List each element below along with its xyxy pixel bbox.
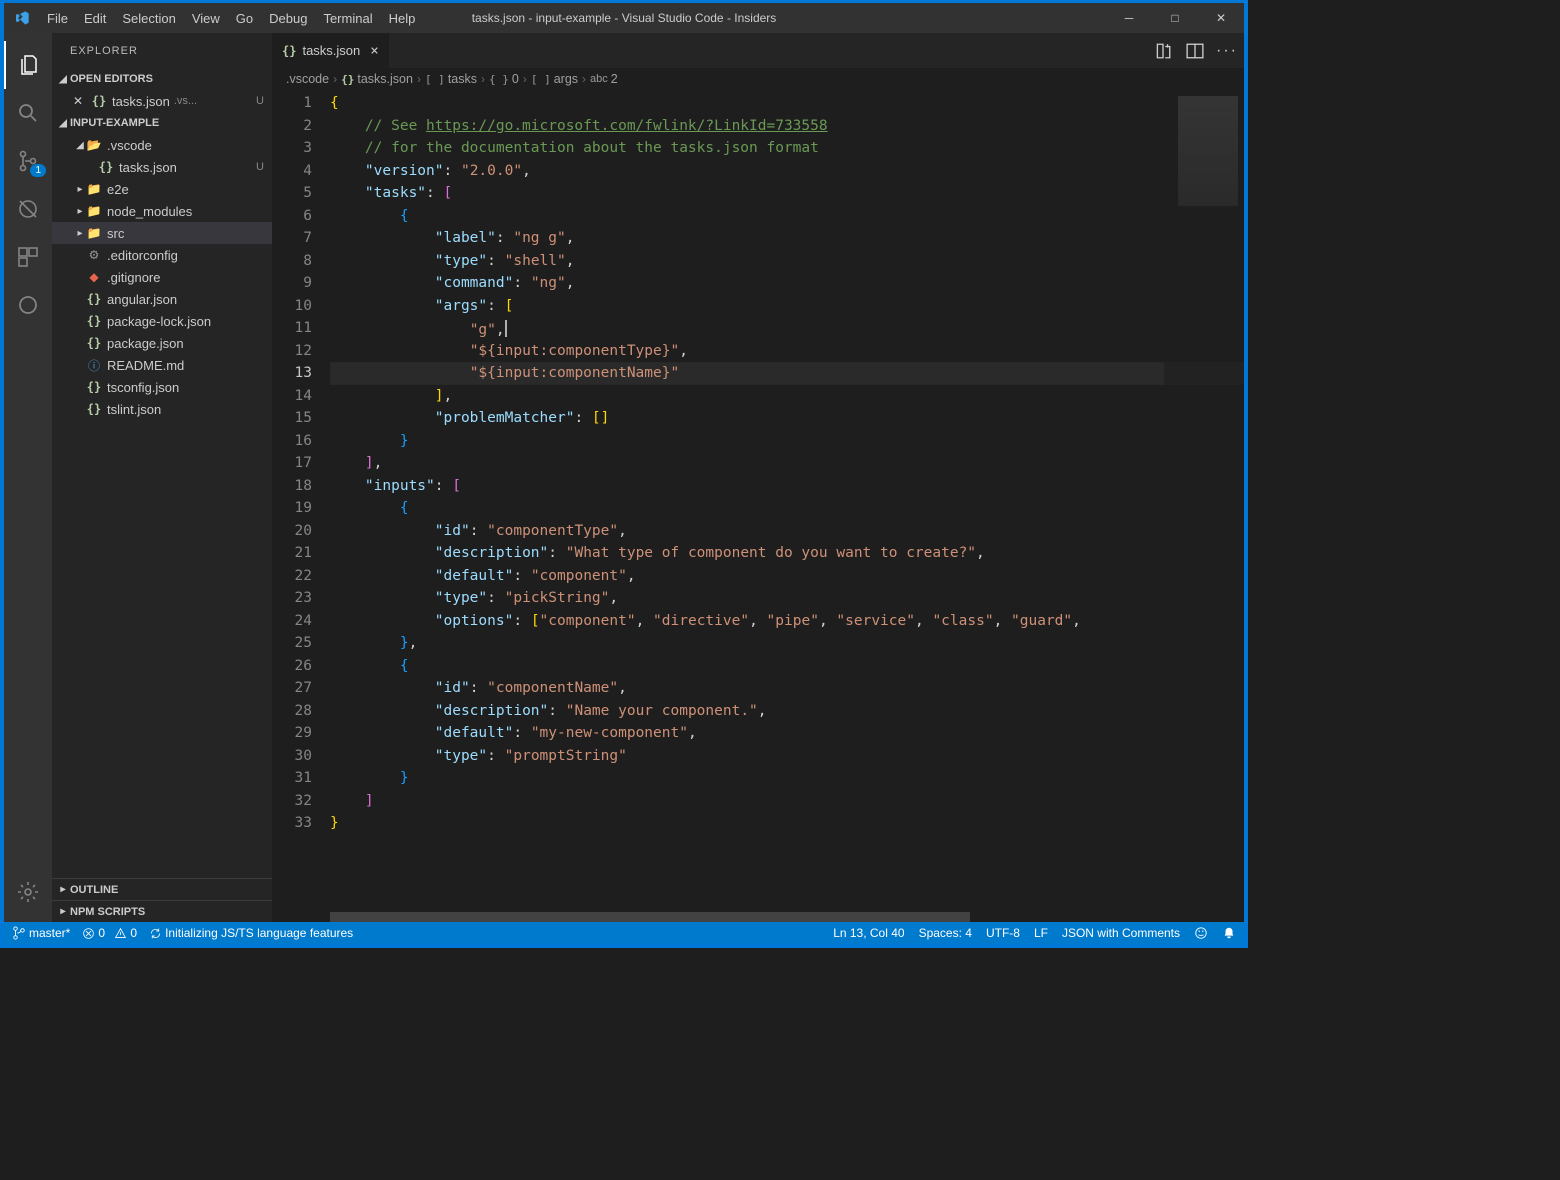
activity-references[interactable]	[4, 281, 52, 329]
minimap[interactable]	[1164, 90, 1244, 912]
tree-item[interactable]: {}tasks.jsonU	[52, 156, 272, 178]
status-encoding[interactable]: UTF-8	[986, 926, 1020, 940]
tree-item[interactable]: {}package.json	[52, 332, 272, 354]
tree-item[interactable]: ◢📂.vscode	[52, 134, 272, 156]
json-icon: {}	[282, 44, 296, 58]
warning-icon	[114, 927, 127, 940]
extensions-icon	[16, 245, 40, 269]
status-feedback-icon[interactable]	[1194, 926, 1208, 940]
folder-header[interactable]: ◢INPUT-EXAMPLE	[52, 112, 272, 134]
line-number-gutter: 1234567891011121314151617181920212223242…	[272, 90, 330, 912]
outline-header[interactable]: ▸OUTLINE	[52, 878, 272, 900]
tab-tasks-json[interactable]: {} tasks.json ×	[272, 33, 390, 68]
close-icon[interactable]: ✕	[70, 93, 86, 109]
horizontal-scrollbar[interactable]	[330, 912, 1244, 922]
menu-go[interactable]: Go	[228, 3, 261, 33]
status-cursor-position[interactable]: Ln 13, Col 40	[833, 926, 904, 940]
error-icon	[82, 927, 95, 940]
status-eol[interactable]: LF	[1034, 926, 1048, 940]
scm-badge: 1	[30, 164, 46, 177]
files-icon	[17, 53, 41, 77]
more-actions-icon[interactable]: ···	[1218, 42, 1236, 60]
editor-group: {} tasks.json × ··· .vscode› {}tasks.jso…	[272, 33, 1244, 922]
activity-settings[interactable]	[4, 868, 52, 916]
open-editor-item[interactable]: ✕ {} tasks.json .vs... U	[52, 90, 272, 112]
tree-item[interactable]: ⚙.editorconfig	[52, 244, 272, 266]
activity-explorer[interactable]	[4, 41, 52, 89]
tree-item[interactable]: ▸📁e2e	[52, 178, 272, 200]
menu-help[interactable]: Help	[381, 3, 424, 33]
activity-search[interactable]	[4, 89, 52, 137]
menu-selection[interactable]: Selection	[114, 3, 183, 33]
activity-bar: 1	[4, 33, 52, 922]
tree-item[interactable]: ▸📁src	[52, 222, 272, 244]
git-branch-icon	[12, 926, 26, 940]
file-tree: ◢📂.vscode{}tasks.jsonU▸📁e2e▸📁node_module…	[52, 134, 272, 878]
search-icon	[16, 101, 40, 125]
breadcrumbs[interactable]: .vscode› {}tasks.json› [ ]tasks› { }0› […	[272, 68, 1244, 90]
status-branch[interactable]: master*	[12, 926, 70, 940]
menu-view[interactable]: View	[184, 3, 228, 33]
gear-icon	[16, 880, 40, 904]
vscode-logo-icon	[4, 10, 39, 26]
menu-edit[interactable]: Edit	[76, 3, 114, 33]
maximize-button[interactable]: □	[1152, 3, 1198, 33]
tab-label: tasks.json	[302, 43, 360, 58]
activity-debug[interactable]	[4, 185, 52, 233]
tree-item[interactable]: ▸📁node_modules	[52, 200, 272, 222]
activity-scm[interactable]: 1	[4, 137, 52, 185]
sync-icon	[149, 927, 162, 940]
tab-close-icon[interactable]: ×	[370, 43, 378, 59]
npm-scripts-header[interactable]: ▸NPM SCRIPTS	[52, 900, 272, 922]
minimize-button[interactable]: ─	[1106, 3, 1152, 33]
split-editor-icon[interactable]	[1186, 42, 1204, 60]
titlebar: File Edit Selection View Go Debug Termin…	[4, 3, 1244, 33]
tree-item[interactable]: {}package-lock.json	[52, 310, 272, 332]
status-indentation[interactable]: Spaces: 4	[919, 926, 972, 940]
sidebar-explorer: EXPLORER ◢OPEN EDITORS ✕ {} tasks.json .…	[52, 33, 272, 922]
status-language-init[interactable]: Initializing JS/TS language features	[149, 926, 353, 940]
editor-tabs: {} tasks.json × ···	[272, 33, 1244, 68]
code-lines[interactable]: { // See https://go.microsoft.com/fwlink…	[330, 90, 1244, 912]
tree-item[interactable]: {}tsconfig.json	[52, 376, 272, 398]
open-editors-header[interactable]: ◢OPEN EDITORS	[52, 68, 272, 90]
code-editor[interactable]: 1234567891011121314151617181920212223242…	[272, 90, 1244, 912]
window-controls: ─ □ ✕	[1106, 3, 1244, 33]
menu-debug[interactable]: Debug	[261, 3, 315, 33]
sidebar-title: EXPLORER	[52, 33, 272, 68]
status-language[interactable]: JSON with Comments	[1062, 926, 1180, 940]
status-bar: master* 0 0 Initializing JS/TS language …	[4, 922, 1244, 944]
compare-changes-icon[interactable]	[1154, 42, 1172, 60]
status-notifications-icon[interactable]	[1222, 926, 1236, 940]
references-icon	[16, 293, 40, 317]
menu-bar: File Edit Selection View Go Debug Termin…	[39, 3, 423, 33]
menu-terminal[interactable]: Terminal	[315, 3, 380, 33]
json-icon: {}	[91, 93, 107, 109]
status-problems[interactable]: 0 0	[82, 926, 137, 940]
tree-item[interactable]: ◆.gitignore	[52, 266, 272, 288]
tree-item[interactable]: {}tslint.json	[52, 398, 272, 420]
tree-item[interactable]: {}angular.json	[52, 288, 272, 310]
menu-file[interactable]: File	[39, 3, 76, 33]
activity-extensions[interactable]	[4, 233, 52, 281]
tree-item[interactable]: ⓘREADME.md	[52, 354, 272, 376]
close-button[interactable]: ✕	[1198, 3, 1244, 33]
bug-icon	[16, 197, 40, 221]
